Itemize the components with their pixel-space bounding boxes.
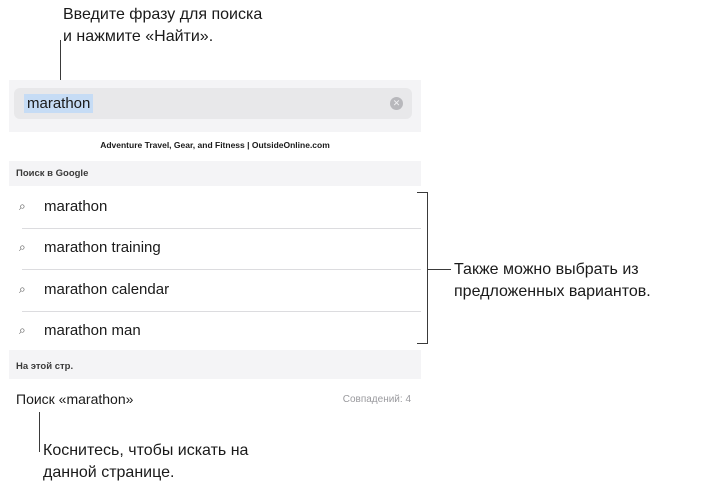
callout-bottom-line-1: Коснитесь, чтобы искать на xyxy=(43,442,249,459)
suggestion-item[interactable]: ⌕ marathon calendar xyxy=(9,270,421,311)
suggestion-label: marathon xyxy=(44,198,108,215)
suggestion-label: marathon calendar xyxy=(44,281,170,298)
top-hit-link[interactable]: Adventure Travel, Gear, and Fitness | Ou… xyxy=(9,140,421,150)
callout-top: Введите фразу для поиска и нажмите «Найт… xyxy=(63,4,262,48)
suggestion-item[interactable]: ⌕ marathon xyxy=(9,187,421,228)
callout-top-line-2: и нажмите «Найти». xyxy=(63,28,214,45)
callout-right-line-2: предложенных вариантов. xyxy=(454,283,651,300)
callout-bottom-leader xyxy=(39,412,40,452)
callout-right-bracket-bottom xyxy=(417,343,428,344)
search-input[interactable]: marathon xyxy=(24,94,94,113)
callout-right: Также можно выбрать из предложенных вари… xyxy=(454,259,651,303)
callout-top-line-1: Введите фразу для поиска xyxy=(63,6,263,23)
callout-bottom-line-2: данной странице. xyxy=(43,464,175,481)
magnifier-icon: ⌕ xyxy=(19,323,26,337)
callout-right-bracket xyxy=(427,192,428,344)
page-section-header: На этой стр. xyxy=(16,361,74,372)
callout-right-leader xyxy=(428,269,451,270)
suggestion-item[interactable]: ⌕ marathon training xyxy=(9,228,421,269)
suggestion-item[interactable]: ⌕ marathon man xyxy=(9,311,421,352)
suggestion-label: marathon training xyxy=(44,239,161,256)
find-on-page-label[interactable]: Поиск «marathon» xyxy=(16,391,133,407)
magnifier-icon: ⌕ xyxy=(19,240,26,254)
clear-circle-icon[interactable]: ✕ xyxy=(390,97,403,110)
match-count: Совпадений: 4 xyxy=(342,394,411,405)
callout-right-line-1: Также можно выбрать из xyxy=(454,261,639,278)
suggestion-label: marathon man xyxy=(44,322,141,339)
magnifier-icon: ⌕ xyxy=(19,199,26,213)
callout-bottom: Коснитесь, чтобы искать на данной страни… xyxy=(43,440,248,484)
search-field[interactable]: marathon ✕ xyxy=(14,88,412,119)
magnifier-icon: ⌕ xyxy=(19,282,26,296)
callout-right-bracket-top xyxy=(417,192,428,193)
google-section-header: Поиск в Google xyxy=(16,168,89,179)
